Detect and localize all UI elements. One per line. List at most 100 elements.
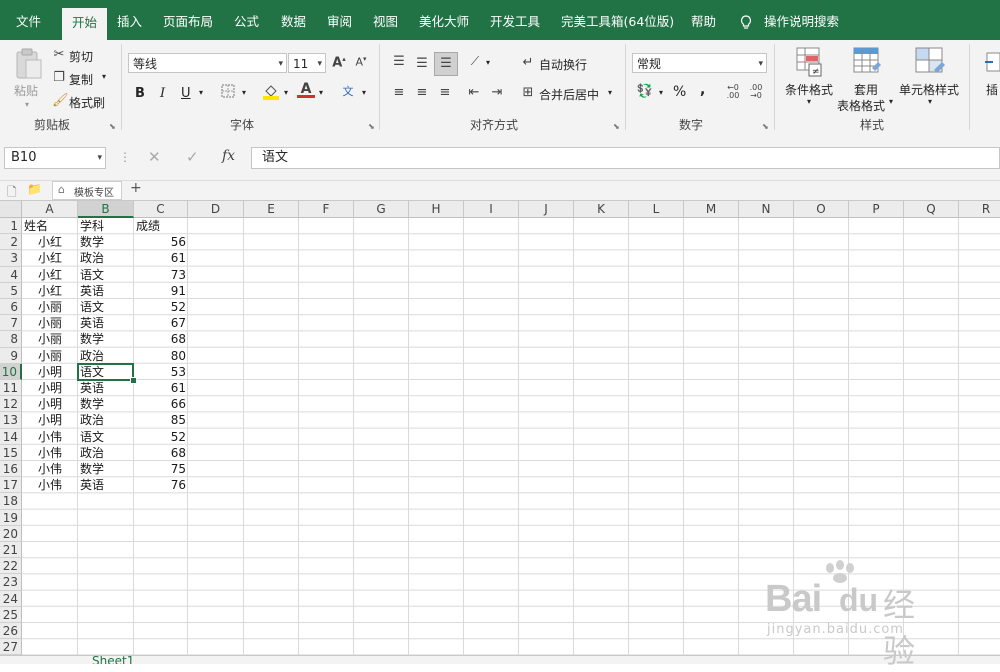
phonetic-dropdown-icon[interactable]: ▾: [362, 88, 366, 97]
column-header-f[interactable]: F: [299, 201, 354, 218]
name-cell[interactable]: 小明: [22, 380, 78, 396]
increase-font-icon[interactable]: A▴: [332, 55, 346, 70]
column-header-r[interactable]: R: [959, 201, 1000, 218]
column-header-q[interactable]: Q: [904, 201, 959, 218]
add-tab-button[interactable]: +: [130, 180, 142, 196]
name-cell[interactable]: 小丽: [22, 315, 78, 331]
currency-icon[interactable]: 💱: [636, 84, 654, 99]
font-launcher-icon[interactable]: ⬊: [368, 122, 375, 131]
score-cell[interactable]: 66: [134, 396, 188, 412]
subject-cell[interactable]: 英语: [78, 315, 134, 331]
tab-file[interactable]: 文件: [16, 8, 41, 36]
name-cell[interactable]: 小红: [22, 283, 78, 299]
row-header-8[interactable]: 8: [0, 331, 22, 348]
merge-center-button[interactable]: 合并后居中: [539, 86, 599, 103]
column-header-d[interactable]: D: [188, 201, 244, 218]
select-all-corner[interactable]: [0, 201, 22, 218]
format-as-table-icon[interactable]: [852, 46, 882, 78]
row-header-23[interactable]: 23: [0, 574, 22, 591]
column-header-c[interactable]: C: [134, 201, 188, 218]
row-header-18[interactable]: 18: [0, 493, 22, 510]
align-center-icon[interactable]: ≡: [414, 85, 430, 100]
score-cell[interactable]: 68: [134, 445, 188, 461]
paste-button-label[interactable]: 粘贴: [14, 82, 38, 99]
score-cell[interactable]: 80: [134, 348, 188, 364]
insert-button[interactable]: 插: [986, 81, 998, 98]
name-cell[interactable]: 小丽: [22, 348, 78, 364]
copy-dropdown-icon[interactable]: ▾: [102, 72, 106, 81]
comma-button[interactable]: ,: [700, 82, 705, 98]
tab-home[interactable]: 开始: [62, 8, 108, 40]
folder-icon[interactable]: 📁: [27, 182, 42, 196]
enter-check-icon[interactable]: ✓: [186, 148, 199, 166]
score-cell[interactable]: 68: [134, 331, 188, 347]
format-painter-button[interactable]: 格式刷: [69, 94, 105, 111]
name-cell[interactable]: 小丽: [22, 299, 78, 315]
cell-styles-button[interactable]: 单元格样式: [899, 81, 959, 98]
number-format-select[interactable]: 常规 ▾: [632, 53, 767, 73]
header-cell[interactable]: 姓名: [22, 218, 78, 234]
border-dropdown-icon[interactable]: ▾: [242, 88, 246, 97]
column-header-j[interactable]: J: [519, 201, 574, 218]
fill-color-dropdown-icon[interactable]: ▾: [284, 88, 288, 97]
tab-data[interactable]: 数据: [281, 8, 306, 36]
row-header-20[interactable]: 20: [0, 525, 22, 542]
score-cell[interactable]: 75: [134, 461, 188, 477]
score-cell[interactable]: 85: [134, 412, 188, 428]
name-cell[interactable]: 小明: [22, 396, 78, 412]
subject-cell[interactable]: 英语: [78, 283, 134, 299]
column-header-h[interactable]: H: [409, 201, 464, 218]
underline-dropdown-icon[interactable]: ▾: [199, 88, 203, 97]
merge-dropdown-icon[interactable]: ▾: [608, 88, 612, 97]
row-header-3[interactable]: 3: [0, 250, 22, 267]
conditional-format-button[interactable]: 条件格式: [785, 81, 833, 98]
align-right-icon[interactable]: ≡: [437, 85, 453, 100]
row-header-24[interactable]: 24: [0, 590, 22, 607]
conditional-dropdown-icon[interactable]: ▾: [807, 97, 811, 106]
format-table-label-2[interactable]: 表格格式: [837, 97, 885, 114]
row-header-11[interactable]: 11: [0, 380, 22, 397]
name-cell[interactable]: 小红: [22, 234, 78, 250]
column-header-i[interactable]: I: [464, 201, 519, 218]
column-header-a[interactable]: A: [22, 201, 78, 218]
score-cell[interactable]: 52: [134, 299, 188, 315]
row-header-12[interactable]: 12: [0, 396, 22, 413]
tab-view[interactable]: 视图: [373, 8, 398, 36]
subject-cell[interactable]: 英语: [78, 477, 134, 493]
font-color-icon[interactable]: A: [297, 81, 315, 98]
paste-dropdown-icon[interactable]: ▾: [25, 100, 29, 109]
column-header-m[interactable]: M: [684, 201, 739, 218]
tab-template-zone[interactable]: ⌂ 模板专区: [52, 181, 122, 200]
align-left-icon[interactable]: ≡: [391, 85, 407, 100]
decrease-indent-icon[interactable]: ⇤: [466, 85, 482, 100]
tab-beautify-master[interactable]: 美化大师: [419, 8, 469, 36]
name-cell[interactable]: 小红: [22, 267, 78, 283]
row-header-17[interactable]: 17: [0, 477, 22, 494]
subject-cell[interactable]: 数学: [78, 461, 134, 477]
row-header-25[interactable]: 25: [0, 606, 22, 623]
font-size-select[interactable]: 11 ▾: [288, 53, 326, 73]
decrease-decimal-icon[interactable]: .00 →0: [748, 84, 764, 100]
copy-button[interactable]: 复制: [69, 71, 93, 88]
format-table-label-1[interactable]: 套用: [854, 81, 878, 98]
name-cell[interactable]: 小伟: [22, 477, 78, 493]
row-header-14[interactable]: 14: [0, 428, 22, 445]
score-cell[interactable]: 91: [134, 283, 188, 299]
row-header-27[interactable]: 27: [0, 639, 22, 656]
name-cell[interactable]: 小明: [22, 412, 78, 428]
tab-developer[interactable]: 开发工具: [490, 8, 540, 36]
subject-cell[interactable]: 政治: [78, 348, 134, 364]
row-header-4[interactable]: 4: [0, 266, 22, 283]
column-header-b[interactable]: B: [78, 201, 134, 218]
subject-cell[interactable]: 语文: [78, 267, 134, 283]
row-header-6[interactable]: 6: [0, 299, 22, 316]
subject-cell[interactable]: 数学: [78, 331, 134, 347]
cell-styles-icon[interactable]: [914, 46, 946, 78]
orientation-icon[interactable]: ⟋: [466, 54, 484, 69]
row-header-19[interactable]: 19: [0, 509, 22, 526]
tab-insert[interactable]: 插入: [117, 8, 142, 36]
subject-cell[interactable]: 数学: [78, 396, 134, 412]
score-cell[interactable]: 56: [134, 234, 188, 250]
subject-cell[interactable]: 政治: [78, 250, 134, 266]
name-cell[interactable]: 小红: [22, 250, 78, 266]
